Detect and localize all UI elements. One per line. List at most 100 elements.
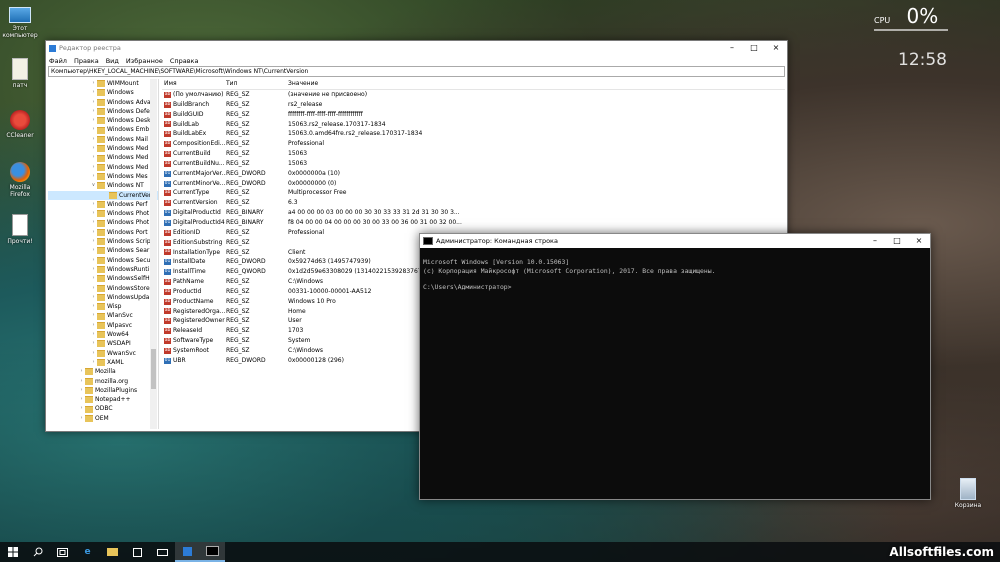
store-icon[interactable] <box>125 542 150 562</box>
cmd-icon[interactable] <box>200 542 225 562</box>
column-name[interactable]: Имя <box>162 79 226 89</box>
tree-node[interactable]: › Notepad++ <box>48 395 158 404</box>
chevron-right-icon[interactable]: › <box>78 414 85 423</box>
chevron-right-icon[interactable]: › <box>78 404 85 413</box>
tree-node[interactable]: CurrentVer <box>48 190 158 200</box>
cmd-maximize-button[interactable]: □ <box>886 234 908 248</box>
regedit-titlebar[interactable]: Редактор реестра – □ × <box>46 41 787 55</box>
tree-node[interactable]: › Windows Emb <box>48 125 158 134</box>
chevron-right-icon[interactable]: › <box>90 349 97 358</box>
chevron-right-icon[interactable]: › <box>78 377 85 386</box>
menu-help[interactable]: Справка <box>170 57 199 65</box>
chevron-right-icon[interactable]: › <box>90 98 97 107</box>
menu-favorites[interactable]: Избранное <box>126 57 163 65</box>
desktop-icon-readme[interactable]: Прочти! <box>2 214 38 245</box>
menu-view[interactable]: Вид <box>106 57 119 65</box>
value-row[interactable]: 01 DigitalProductId4 REG_BINARY f8 04 00 00… <box>162 218 785 228</box>
console-output[interactable]: Microsoft Windows [Version 10.0.15063] (c… <box>420 248 930 310</box>
tree-node[interactable]: › Windows Defe <box>48 107 158 116</box>
cmd-minimize-button[interactable]: – <box>864 234 886 248</box>
tree-node[interactable]: › Mozilla <box>48 367 158 376</box>
tree-node[interactable]: › Windows Med <box>48 144 158 153</box>
chevron-right-icon[interactable]: › <box>90 172 97 181</box>
tree-node[interactable]: › Windows Perf <box>48 200 158 209</box>
close-button[interactable]: × <box>765 41 787 55</box>
address-bar[interactable]: Компьютер\HKEY_LOCAL_MACHINE\SOFTWARE\Mi… <box>48 66 785 77</box>
desktop-icon-recycle-bin[interactable]: Корзина <box>950 478 986 509</box>
tree-node[interactable]: › MozillaPlugins <box>48 386 158 395</box>
tree-node[interactable]: › WlanSvc <box>48 311 158 320</box>
search-icon[interactable] <box>25 542 50 562</box>
chevron-right-icon[interactable]: › <box>90 125 97 134</box>
column-value[interactable]: Значение <box>288 79 785 89</box>
tree-node[interactable]: › Wlpasvc <box>48 321 158 330</box>
value-row[interactable]: ab BuildGUID REG_SZ ffffffff-ffff-ffff-ffff… <box>162 110 785 120</box>
chevron-right-icon[interactable]: › <box>90 116 97 125</box>
tree-node[interactable]: › Windows Adva <box>48 98 158 107</box>
chevron-right-icon[interactable]: › <box>90 358 97 367</box>
tree-node[interactable]: › WIMMount <box>48 79 158 88</box>
chevron-right-icon[interactable]: › <box>90 237 97 246</box>
mail-icon[interactable] <box>150 542 175 562</box>
chevron-right-icon[interactable]: › <box>90 218 97 227</box>
chevron-down-icon[interactable]: ∨ <box>90 181 97 190</box>
tree-node[interactable]: › ODBC <box>48 404 158 413</box>
value-row[interactable]: ab CurrentType REG_SZ Multiprocessor Free <box>162 188 785 198</box>
value-row[interactable]: ab CurrentBuildNu... REG_SZ 15063 <box>162 159 785 169</box>
chevron-right-icon[interactable]: › <box>90 153 97 162</box>
chevron-right-icon[interactable]: › <box>78 395 85 404</box>
tree-node[interactable]: › WSDAPI <box>48 339 158 348</box>
tree-node[interactable]: › WindowsStore <box>48 284 158 293</box>
chevron-right-icon[interactable]: › <box>90 330 97 339</box>
file-explorer-icon[interactable] <box>100 542 125 562</box>
chevron-right-icon[interactable]: › <box>90 107 97 116</box>
desktop-icon-firefox[interactable]: Mozilla Firefox <box>2 162 38 198</box>
tree-node[interactable]: › Windows Mail <box>48 135 158 144</box>
chevron-right-icon[interactable]: › <box>90 79 97 88</box>
tree-node[interactable]: ∨ Windows NT <box>48 181 158 190</box>
tree-scrollbar[interactable] <box>150 79 157 429</box>
chevron-right-icon[interactable]: › <box>90 256 97 265</box>
tree-node[interactable]: › Windows Secu <box>48 256 158 265</box>
value-row[interactable]: ab BuildBranch REG_SZ rs2_release <box>162 100 785 110</box>
desktop-icon-ccleaner[interactable]: CCleaner <box>2 110 38 139</box>
regedit-icon[interactable] <box>175 542 200 562</box>
chevron-right-icon[interactable]: › <box>90 209 97 218</box>
cmd-titlebar[interactable]: Администратор: Командная строка – □ × <box>420 234 930 248</box>
tree-node[interactable]: › WindowsSelfH <box>48 274 158 283</box>
value-row[interactable]: ab CompositionEdi... REG_SZ Professional <box>162 139 785 149</box>
chevron-right-icon[interactable]: › <box>90 265 97 274</box>
chevron-right-icon[interactable]: › <box>90 274 97 283</box>
tree-node[interactable]: › Windows Med <box>48 153 158 162</box>
tree-node[interactable]: › WindowsUpda <box>48 293 158 302</box>
edge-icon[interactable]: e <box>75 542 100 562</box>
value-row[interactable]: ab (По умолчанию) REG_SZ (значение не присв… <box>162 90 785 100</box>
chevron-right-icon[interactable]: › <box>90 311 97 320</box>
chevron-right-icon[interactable]: › <box>90 246 97 255</box>
tree-scrollbar-thumb[interactable] <box>151 349 156 389</box>
tree-node[interactable]: › WwanSvc <box>48 349 158 358</box>
chevron-right-icon[interactable]: › <box>90 163 97 172</box>
key-tree[interactable]: › WIMMount › Windows › Windows Adva › Windows D… <box>48 79 159 429</box>
tree-node[interactable]: › Windows Mes <box>48 172 158 181</box>
tree-node[interactable]: › WindowsRunti <box>48 265 158 274</box>
tree-node[interactable]: › Windows Scrip <box>48 237 158 246</box>
tree-node[interactable]: › Wow64 <box>48 330 158 339</box>
task-view-icon[interactable] <box>50 542 75 562</box>
value-row[interactable]: ab CurrentVersion REG_SZ 6.3 <box>162 198 785 208</box>
chevron-right-icon[interactable]: › <box>90 88 97 97</box>
tree-node[interactable]: › Wisp <box>48 302 158 311</box>
chevron-right-icon[interactable]: › <box>90 284 97 293</box>
value-row[interactable]: ab BuildLabEx REG_SZ 15063.0.amd64fre.rs2_r… <box>162 129 785 139</box>
tree-node[interactable]: › Windows Med <box>48 163 158 172</box>
value-row[interactable]: ab CurrentBuild REG_SZ 15063 <box>162 149 785 159</box>
desktop-icon-patch[interactable]: патч <box>2 58 38 89</box>
chevron-right-icon[interactable]: › <box>90 293 97 302</box>
tree-node[interactable]: › Windows <box>48 88 158 97</box>
chevron-right-icon[interactable]: › <box>90 339 97 348</box>
tree-node[interactable]: › OEM <box>48 414 158 423</box>
chevron-right-icon[interactable]: › <box>78 386 85 395</box>
tree-node[interactable]: › Windows Phot <box>48 209 158 218</box>
value-row[interactable]: 01 CurrentMinorVe... REG_DWORD 0x00000000 (… <box>162 179 785 189</box>
chevron-right-icon[interactable]: › <box>78 367 85 376</box>
